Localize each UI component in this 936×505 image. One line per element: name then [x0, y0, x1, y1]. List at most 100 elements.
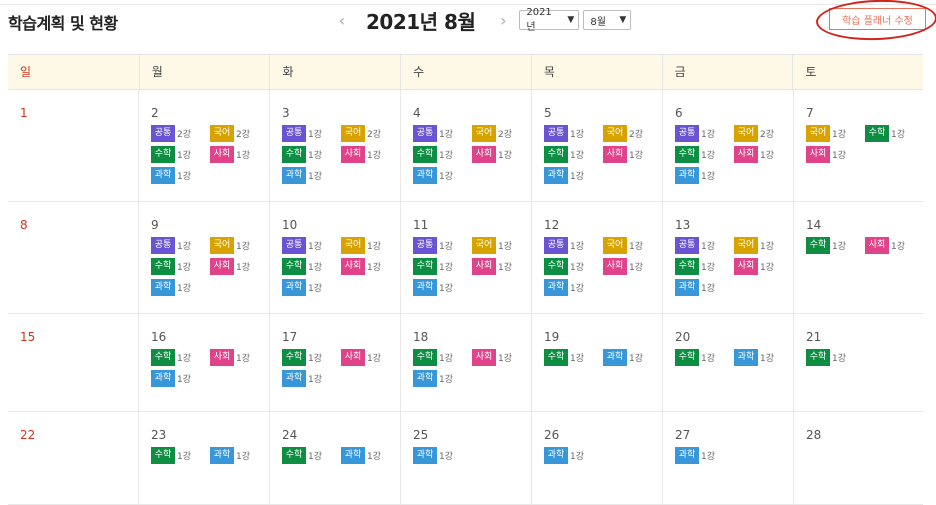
year-select[interactable]: 2021 년 ▼	[519, 7, 580, 33]
lesson-item[interactable]: 과학 1강	[544, 279, 603, 296]
lesson-item[interactable]: 사회 1강	[865, 237, 924, 254]
lesson-item[interactable]: 과학 1강	[282, 167, 341, 184]
lesson-item[interactable]: 사회 1강	[341, 146, 400, 163]
lesson-item[interactable]: 수학 1강	[544, 258, 603, 275]
lesson-item[interactable]: 과학 1강	[675, 447, 734, 464]
day-cell[interactable]: 23 수학 1강 과학 1강	[138, 412, 269, 504]
day-cell[interactable]: 14 수학 1강 사회 1강	[793, 202, 924, 313]
lesson-item[interactable]: 사회 1강	[734, 146, 793, 163]
lesson-item[interactable]: 수학 1강	[544, 349, 603, 366]
day-cell[interactable]: 5 공통 1강 국어 2강 수학 1강 사회 1강 과학 1강	[531, 90, 662, 201]
lesson-item[interactable]: 과학 1강	[413, 370, 472, 387]
lesson-item[interactable]: 과학 1강	[413, 279, 472, 296]
lesson-item[interactable]: 국어 1강	[734, 237, 793, 254]
lesson-item[interactable]: 수학 1강	[806, 349, 865, 366]
lesson-item[interactable]: 공통 1강	[544, 237, 603, 254]
lesson-item[interactable]: 수학 1강	[282, 146, 341, 163]
lesson-item[interactable]: 수학 1강	[282, 349, 341, 366]
lesson-item[interactable]: 공통 1강	[282, 125, 341, 142]
lesson-item[interactable]: 공통 1강	[413, 125, 472, 142]
edit-planner-button[interactable]: 학습 플래너 수정	[829, 8, 926, 30]
lesson-item[interactable]: 수학 1강	[151, 258, 210, 275]
lesson-item[interactable]: 수학 1강	[413, 349, 472, 366]
prev-month-button[interactable]: ‹	[330, 11, 354, 30]
lesson-item[interactable]: 과학 1강	[413, 447, 472, 464]
lesson-item[interactable]: 수학 1강	[151, 146, 210, 163]
day-cell[interactable]: 20 수학 1강 과학 1강	[662, 314, 793, 411]
lesson-item[interactable]: 국어 2강	[210, 125, 269, 142]
day-cell[interactable]: 16 수학 1강 사회 1강 과학 1강	[138, 314, 269, 411]
lesson-item[interactable]: 수학 1강	[806, 237, 865, 254]
lesson-item[interactable]: 공통 1강	[675, 125, 734, 142]
lesson-item[interactable]: 사회 1강	[210, 258, 269, 275]
day-cell[interactable]: 19 수학 1강 과학 1강	[531, 314, 662, 411]
lesson-item[interactable]: 사회 1강	[603, 146, 662, 163]
lesson-item[interactable]: 과학 1강	[282, 370, 341, 387]
day-cell[interactable]: 28	[793, 412, 924, 504]
lesson-item[interactable]: 수학 1강	[151, 447, 210, 464]
lesson-item[interactable]: 공통 1강	[151, 237, 210, 254]
day-cell[interactable]: 22	[8, 412, 138, 504]
lesson-item[interactable]: 국어 2강	[734, 125, 793, 142]
day-cell[interactable]: 18 수학 1강 사회 1강 과학 1강	[400, 314, 531, 411]
day-cell[interactable]: 10 공통 1강 국어 1강 수학 1강 사회 1강 과학 1강	[269, 202, 400, 313]
day-cell[interactable]: 11 공통 1강 국어 1강 수학 1강 사회 1강 과학 1강	[400, 202, 531, 313]
day-cell[interactable]: 13 공통 1강 국어 1강 수학 1강 사회 1강 과학 1강	[662, 202, 793, 313]
lesson-item[interactable]: 과학 1강	[544, 447, 603, 464]
lesson-item[interactable]: 과학 1강	[151, 167, 210, 184]
lesson-item[interactable]: 국어 1강	[806, 125, 865, 142]
lesson-item[interactable]: 과학 1강	[734, 349, 793, 366]
lesson-item[interactable]: 국어 2강	[341, 125, 400, 142]
lesson-item[interactable]: 과학 1강	[603, 349, 662, 366]
day-cell[interactable]: 2 공통 2강 국어 2강 수학 1강 사회 1강 과학 1강	[138, 90, 269, 201]
next-month-button[interactable]: ›	[491, 11, 515, 30]
day-cell[interactable]: 3 공통 1강 국어 2강 수학 1강 사회 1강 과학 1강	[269, 90, 400, 201]
lesson-item[interactable]: 수학 1강	[865, 125, 924, 142]
day-cell[interactable]: 1	[8, 90, 138, 201]
lesson-item[interactable]: 사회 1강	[472, 258, 531, 275]
lesson-item[interactable]: 과학 1강	[413, 167, 472, 184]
day-cell[interactable]: 12 공통 1강 국어 1강 수학 1강 사회 1강 과학 1강	[531, 202, 662, 313]
lesson-item[interactable]: 수학 1강	[413, 146, 472, 163]
lesson-item[interactable]: 국어 1강	[472, 237, 531, 254]
lesson-item[interactable]: 과학 1강	[282, 279, 341, 296]
lesson-item[interactable]: 공통 2강	[151, 125, 210, 142]
day-cell[interactable]: 7 국어 1강 수학 1강 사회 1강	[793, 90, 924, 201]
lesson-item[interactable]: 수학 1강	[675, 349, 734, 366]
lesson-item[interactable]: 수학 1강	[675, 146, 734, 163]
day-cell[interactable]: 21 수학 1강	[793, 314, 924, 411]
day-cell[interactable]: 27 과학 1강	[662, 412, 793, 504]
lesson-item[interactable]: 국어 1강	[341, 237, 400, 254]
day-cell[interactable]: 24 수학 1강 과학 1강	[269, 412, 400, 504]
lesson-item[interactable]: 수학 1강	[413, 258, 472, 275]
lesson-item[interactable]: 수학 1강	[282, 447, 341, 464]
lesson-item[interactable]: 사회 1강	[472, 146, 531, 163]
lesson-item[interactable]: 공통 1강	[675, 237, 734, 254]
lesson-item[interactable]: 과학 1강	[341, 447, 400, 464]
lesson-item[interactable]: 수학 1강	[151, 349, 210, 366]
lesson-item[interactable]: 과학 1강	[210, 447, 269, 464]
lesson-item[interactable]: 수학 1강	[282, 258, 341, 275]
lesson-item[interactable]: 사회 1강	[603, 258, 662, 275]
lesson-item[interactable]: 국어 2강	[603, 125, 662, 142]
lesson-item[interactable]: 과학 1강	[675, 167, 734, 184]
lesson-item[interactable]: 공통 1강	[282, 237, 341, 254]
lesson-item[interactable]: 과학 1강	[675, 279, 734, 296]
lesson-item[interactable]: 사회 1강	[806, 146, 865, 163]
day-cell[interactable]: 4 공통 1강 국어 2강 수학 1강 사회 1강 과학 1강	[400, 90, 531, 201]
lesson-item[interactable]: 과학 1강	[151, 279, 210, 296]
day-cell[interactable]: 6 공통 1강 국어 2강 수학 1강 사회 1강 과학 1강	[662, 90, 793, 201]
lesson-item[interactable]: 공통 1강	[413, 237, 472, 254]
day-cell[interactable]: 8	[8, 202, 138, 313]
lesson-item[interactable]: 사회 1강	[341, 258, 400, 275]
month-select[interactable]: 8월 ▼	[583, 10, 632, 30]
lesson-item[interactable]: 과학 1강	[151, 370, 210, 387]
lesson-item[interactable]: 수학 1강	[544, 146, 603, 163]
day-cell[interactable]: 26 과학 1강	[531, 412, 662, 504]
lesson-item[interactable]: 국어 1강	[210, 237, 269, 254]
lesson-item[interactable]: 사회 1강	[472, 349, 531, 366]
lesson-item[interactable]: 사회 1강	[210, 146, 269, 163]
lesson-item[interactable]: 국어 2강	[472, 125, 531, 142]
lesson-item[interactable]: 과학 1강	[544, 167, 603, 184]
lesson-item[interactable]: 사회 1강	[210, 349, 269, 366]
